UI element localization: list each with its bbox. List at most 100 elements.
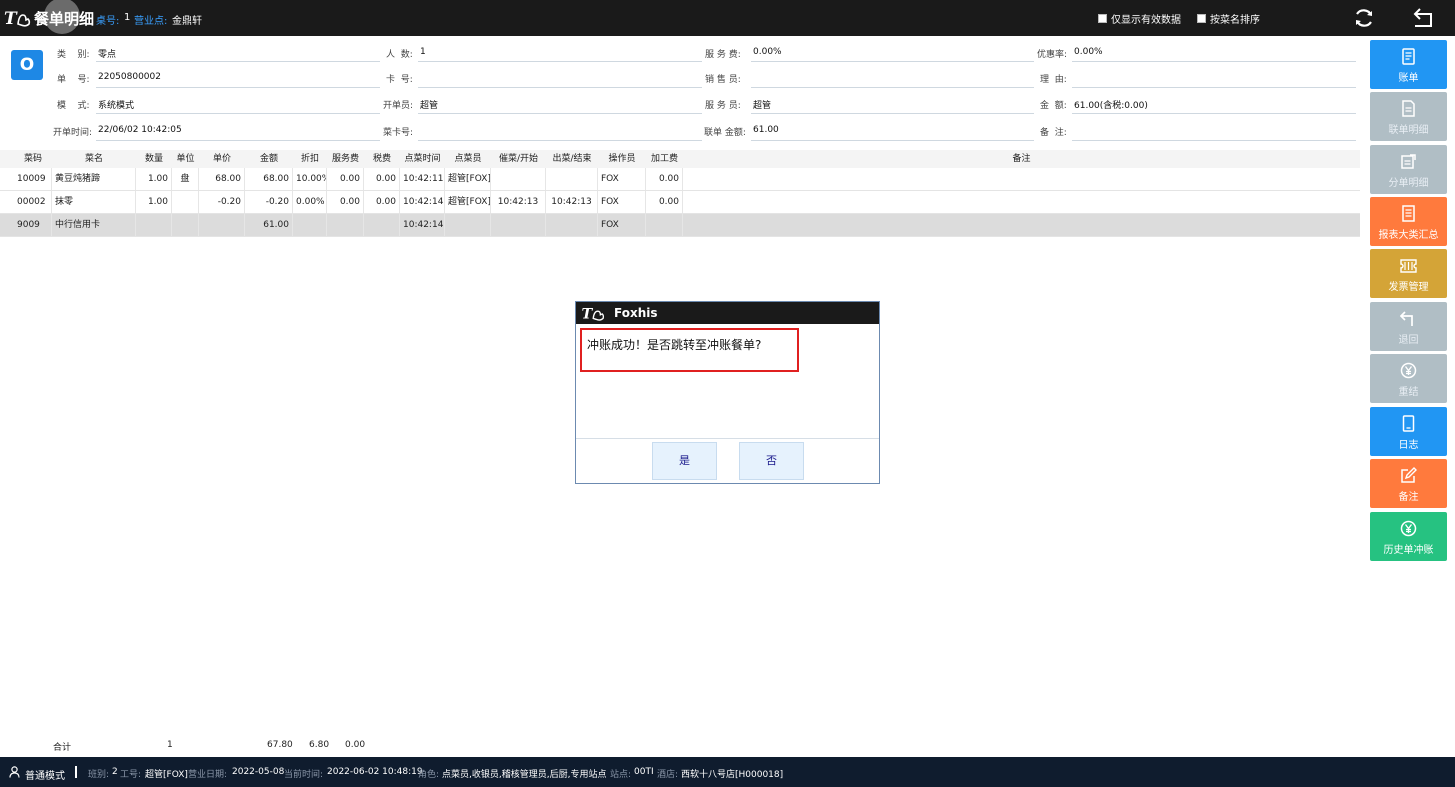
column-header: 点菜员 — [454, 154, 482, 164]
sidebar-btn-return[interactable]: 退回 — [1370, 302, 1447, 351]
cell-code: 10009 — [14, 168, 52, 190]
sidebar-btn-log[interactable]: 日志 — [1370, 407, 1447, 456]
waiter-label: 服 务 员: — [705, 101, 741, 111]
valid-only-checkbox[interactable]: 仅显示有效数据 — [1098, 11, 1181, 26]
mode-value: 系统模式 — [98, 101, 135, 111]
checkbox-box[interactable] — [1197, 14, 1206, 23]
column-header: 菜码 — [23, 154, 42, 164]
joint-amount-label: 联单 金额: — [704, 128, 746, 138]
current-time-value: 2022-06-02 10:48:19 — [327, 767, 423, 777]
guests-value: 1 — [420, 47, 426, 57]
cell-qty — [136, 214, 172, 236]
cell-service — [327, 214, 364, 236]
table-number-value: 1 — [124, 12, 131, 23]
table-row[interactable]: 00002 抹零 1.00 -0.20 -0.20 0.00% 0.00 0.0… — [0, 191, 1360, 214]
bill-no-field-line — [96, 87, 380, 88]
column-header: 催菜/开始 — [498, 154, 539, 164]
bill-no-value: 22050800002 — [98, 72, 161, 82]
page-title: 餐单明细 — [34, 10, 95, 28]
table-row[interactable]: 10009 黄豆炖猪蹄 1.00 盘 68.00 68.00 10.00% 0.… — [0, 168, 1360, 191]
foxhis-logo-icon: T — [582, 305, 605, 322]
column-header: 点菜时间 — [404, 154, 441, 164]
invoice-icon — [1400, 259, 1417, 273]
svg-text:T: T — [4, 9, 18, 29]
joint-amount-field-line — [751, 140, 1034, 141]
column-header: 折扣 — [300, 154, 319, 164]
cell-qty: 1.00 — [136, 168, 172, 190]
opener-field-line — [418, 113, 702, 114]
cell-order-staff: 超管[FOX] — [445, 191, 491, 213]
sidebar-btn-report-summary[interactable]: 报表大类汇总 — [1370, 197, 1447, 246]
cell-name: 黄豆炖猪蹄 — [52, 168, 136, 190]
table-row-selected[interactable]: 9009 中行信用卡 61.00 10:42:14 FOX — [0, 214, 1360, 237]
totals-qty: 1 — [167, 740, 173, 750]
order-items-grid: 菜码 菜名 数量 单位 单价 金额 折扣 服务费 税费 点菜时间 点菜员 催菜/… — [0, 150, 1360, 237]
reason-label: 理 由: — [1040, 75, 1067, 85]
checkbox-box[interactable] — [1098, 14, 1107, 23]
no-button[interactable]: 否 — [739, 442, 804, 480]
sort-by-name-checkbox[interactable]: 按菜名排序 — [1197, 11, 1260, 26]
totals-discount: 6.80 — [309, 740, 330, 750]
amount-label: 金 额: — [1040, 101, 1067, 111]
cell-amount: 68.00 — [245, 168, 293, 190]
amount-value: 61.00(含税:0.00) — [1074, 101, 1148, 111]
column-header: 加工费 — [650, 154, 678, 164]
guests-label: 人 数: — [386, 50, 413, 60]
mode-label: 模 式: — [57, 101, 90, 111]
cell-operator: FOX — [598, 214, 646, 236]
valid-only-label: 仅显示有效数据 — [1111, 15, 1181, 26]
dialog-title-bar: T Foxhis — [576, 302, 879, 324]
cell-order-time: 10:42:11 — [400, 168, 445, 190]
amount-field-line — [1072, 113, 1356, 114]
cell-price: -0.20 — [199, 191, 245, 213]
service-fee-label: 服 务 费: — [705, 50, 741, 60]
cell-order-staff — [445, 214, 491, 236]
column-header: 服务费 — [331, 154, 359, 164]
cell-operator: FOX — [598, 191, 646, 213]
column-header: 金额 — [259, 154, 278, 164]
yes-button[interactable]: 是 — [652, 442, 717, 480]
cell-remark — [683, 191, 1360, 213]
cell-tax — [364, 214, 400, 236]
edit-icon — [1401, 467, 1417, 483]
role-value: 点菜员,收银员,稽核管理员,后厨,专用站点 — [442, 770, 607, 780]
waiter-value: 超管 — [753, 101, 772, 111]
column-header: 出菜/结束 — [552, 154, 592, 164]
table-number-label: 桌号: — [96, 16, 120, 27]
cell-amount: 61.00 — [245, 214, 293, 236]
log-icon — [1402, 415, 1415, 432]
avatar: O — [11, 50, 43, 80]
outlet-value: 金鼎轩 — [172, 16, 202, 27]
sidebar-label: 报表大类汇总 — [1378, 230, 1439, 241]
cell-operator: FOX — [598, 168, 646, 190]
cell-order-staff: 超管[FOX] — [445, 168, 491, 190]
dish-card-field-line — [418, 140, 702, 141]
cell-qty: 1.00 — [136, 191, 172, 213]
sidebar-btn-history-reverse[interactable]: 历史单冲账 — [1370, 512, 1447, 561]
sidebar-btn-split-detail[interactable]: 分单明细 — [1370, 145, 1447, 194]
cell-discount: 10.00% — [293, 168, 327, 190]
cell-remark — [683, 168, 1360, 190]
card-no-field-line — [418, 87, 702, 88]
remark-label: 备 注: — [1040, 128, 1067, 138]
opener-value: 超管 — [420, 101, 439, 111]
back-icon[interactable] — [1411, 6, 1435, 30]
type-field-line — [96, 61, 380, 62]
cell-code: 00002 — [14, 191, 52, 213]
sidebar-btn-joint-detail[interactable]: 联单明细 — [1370, 92, 1447, 141]
column-header: 税费 — [372, 154, 391, 164]
sidebar-label: 历史单冲账 — [1383, 545, 1434, 556]
sidebar-btn-remark[interactable]: 备注 — [1370, 459, 1447, 508]
refresh-icon[interactable] — [1352, 6, 1376, 30]
status-divider — [75, 766, 77, 778]
sidebar-btn-invoice[interactable]: 发票管理 — [1370, 249, 1447, 298]
sidebar-btn-bill[interactable]: 账单 — [1370, 40, 1447, 89]
station-value: 00TI — [634, 767, 654, 777]
bill-no-label: 单 号: — [57, 75, 90, 85]
svg-text:T: T — [582, 305, 594, 322]
dialog-message: 冲账成功！是否跳转至冲账餐单? — [580, 328, 799, 372]
cell-rush-start: 10:42:13 — [491, 191, 546, 213]
sort-by-name-label: 按菜名排序 — [1210, 15, 1260, 26]
sidebar-btn-resettle[interactable]: 重结 — [1370, 354, 1447, 403]
mode-status: 普通模式 — [25, 771, 65, 782]
